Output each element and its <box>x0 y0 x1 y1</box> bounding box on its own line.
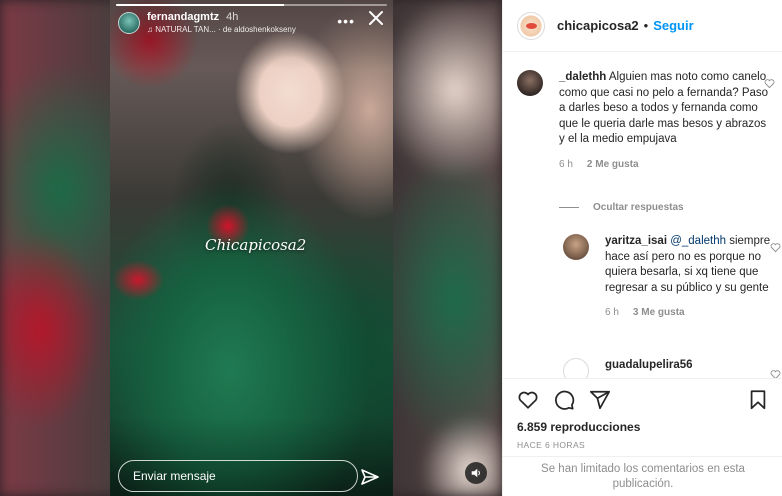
media-area: fernandagmtz 4h ♫ NATURAL TAN... · de al… <box>0 0 502 496</box>
reply-time[interactable]: 6 h <box>605 305 619 321</box>
hide-replies-label: Ocultar respuestas <box>593 202 684 213</box>
reply-text-block: yaritza_isai @_dalethh siempre hace así … <box>605 234 775 321</box>
story-progress-fill <box>116 4 285 6</box>
reply-username[interactable]: guadalupelira56 <box>605 359 693 371</box>
reply-item: yaritza_isai @_dalethh siempre hace así … <box>563 234 781 321</box>
author-avatar[interactable] <box>517 11 545 40</box>
comments-list[interactable]: _dalethh Alguien mas noto como canelo co… <box>503 53 782 378</box>
comment-likes[interactable]: 2 Me gusta <box>587 157 639 173</box>
share-icon[interactable] <box>589 389 611 411</box>
post-panel: chicapicosa2 • Seguir _dalethh Alguien m… <box>502 0 782 496</box>
story-time: 4h <box>226 10 239 23</box>
close-icon[interactable] <box>367 9 385 27</box>
reply-item: guadalupelira56 <box>563 358 781 378</box>
story-user-row: fernandagmtz 4h <box>147 10 296 23</box>
comments-limited-notice: Se han limitado los comentarios en esta … <box>503 456 782 496</box>
post-time-ago[interactable]: HACE 6 HORAS <box>517 440 769 450</box>
header-separator: • <box>643 18 649 33</box>
post-actions: 6.859 reproducciones HACE 6 HORAS <box>503 378 782 456</box>
comment-username[interactable]: _dalethh <box>559 71 606 83</box>
comment-avatar[interactable] <box>517 70 543 96</box>
reply-text-block: guadalupelira56 <box>605 358 775 374</box>
story-meta: fernandagmtz 4h ♫ NATURAL TAN... · de al… <box>147 10 296 35</box>
story-music[interactable]: ♫ NATURAL TAN... · de aldoshenkokseny <box>147 24 296 35</box>
follow-button[interactable]: Seguir <box>653 18 693 33</box>
reply-mention[interactable]: @_dalethh <box>670 235 726 247</box>
speaker-icon <box>471 468 480 478</box>
comment-text-block: _dalethh Alguien mas noto como canelo co… <box>559 70 769 172</box>
reply-avatar[interactable] <box>563 234 589 260</box>
post-header: chicapicosa2 • Seguir <box>503 0 782 52</box>
watermark-text: Chicapicosa2 <box>205 236 307 254</box>
more-dots-icon[interactable]: ••• <box>337 13 355 29</box>
reply-heart-icon[interactable] <box>770 240 781 253</box>
comment-time[interactable]: 6 h <box>559 157 573 173</box>
reply-heart-icon[interactable] <box>770 367 781 378</box>
story-username[interactable]: fernandagmtz <box>147 11 219 23</box>
comment-heart-icon[interactable] <box>764 76 775 89</box>
comment-meta: 6 h 2 Me gusta <box>559 157 769 173</box>
reply-avatar[interactable] <box>563 358 589 378</box>
heart-icon[interactable] <box>517 389 539 411</box>
send-icon[interactable] <box>360 467 380 487</box>
hide-replies-line <box>559 207 579 208</box>
action-icons-row <box>517 389 769 411</box>
author-username[interactable]: chicapicosa2 <box>557 18 639 33</box>
story-avatar[interactable] <box>118 12 140 34</box>
story-reply-placeholder: Enviar mensaje <box>133 469 216 483</box>
hide-replies-toggle[interactable]: Ocultar respuestas <box>559 202 684 213</box>
story-reply-input[interactable]: Enviar mensaje <box>118 460 358 492</box>
reply-meta: 6 h 3 Me gusta <box>605 305 775 321</box>
reply-likes[interactable]: 3 Me gusta <box>633 305 685 321</box>
reply-username[interactable]: yaritza_isai <box>605 235 667 247</box>
view-count[interactable]: 6.859 reproducciones <box>517 420 769 434</box>
sound-button[interactable] <box>465 462 487 484</box>
bookmark-icon[interactable] <box>747 389 769 411</box>
story-header: fernandagmtz 4h ♫ NATURAL TAN... · de al… <box>118 10 385 36</box>
story-video[interactable]: fernandagmtz 4h ♫ NATURAL TAN... · de al… <box>110 0 393 496</box>
comment-item: _dalethh Alguien mas noto como canelo co… <box>517 70 775 172</box>
comment-icon[interactable] <box>553 389 575 411</box>
story-progress-bar <box>116 4 387 6</box>
